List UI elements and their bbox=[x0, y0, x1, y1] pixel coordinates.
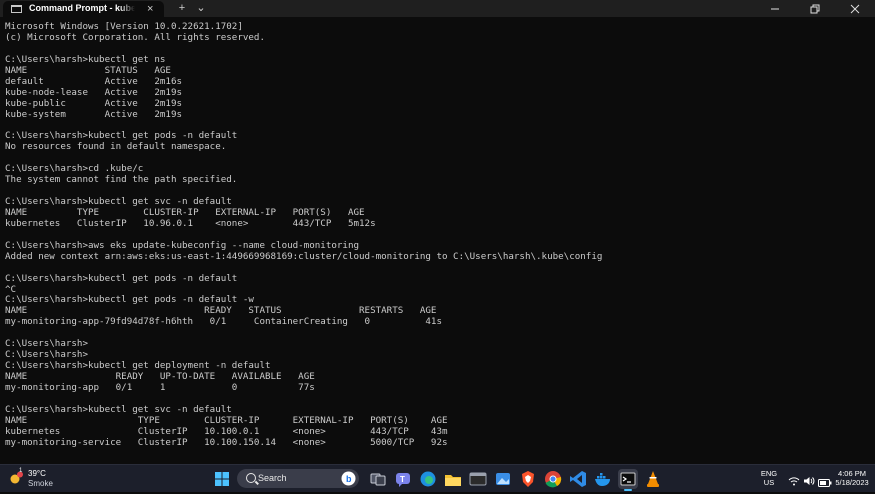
teams-chat-icon[interactable]: T bbox=[393, 469, 413, 489]
terminal-line: kubernetes ClusterIP 10.96.0.1 <none> 44… bbox=[5, 217, 376, 229]
svg-text:T: T bbox=[400, 475, 405, 484]
terminal-line: C:\Users\harsh> bbox=[5, 338, 88, 350]
title-bar: Command Prompt - kubectl get svc -n defa… bbox=[0, 0, 875, 17]
search-box[interactable]: Search b bbox=[237, 469, 359, 488]
volume-icon[interactable] bbox=[803, 473, 815, 485]
clock[interactable]: 4:06 PM 5/18/2023 bbox=[832, 469, 872, 487]
terminal-output[interactable]: Microsoft Windows [Version 10.0.22621.17… bbox=[0, 17, 875, 464]
chevron-down-icon[interactable]: ⌄ bbox=[194, 2, 208, 15]
language-top: ENG bbox=[760, 469, 778, 478]
task-view-icon[interactable] bbox=[368, 469, 388, 489]
terminal-line: C:\Users\harsh>kubectl get pods -n defau… bbox=[5, 272, 238, 284]
file-explorer-icon[interactable] bbox=[443, 469, 463, 489]
active-app-indicator bbox=[624, 489, 632, 491]
terminal-line: my-monitoring-service ClusterIP 10.100.1… bbox=[5, 436, 448, 448]
terminal-icon bbox=[11, 5, 22, 13]
terminal-line: kube-system Active 2m19s bbox=[5, 108, 183, 120]
tab-command-prompt[interactable]: Command Prompt - kubectl get svc -n defa… bbox=[3, 1, 164, 17]
weather-description: Smoke bbox=[28, 479, 53, 488]
brave-icon[interactable] bbox=[518, 469, 538, 489]
svg-text:b: b bbox=[346, 474, 352, 484]
search-label: Search bbox=[258, 473, 287, 483]
restore-button[interactable] bbox=[795, 0, 835, 17]
start-icon[interactable] bbox=[212, 469, 232, 489]
weather-badge: 1 bbox=[19, 468, 23, 474]
clock-date: 5/18/2023 bbox=[835, 478, 869, 487]
terminal-line: default Active 2m16s bbox=[5, 75, 183, 87]
terminal-line: No resources found in default namespace. bbox=[5, 141, 227, 153]
weather-widget[interactable]: 1 39°C Smoke bbox=[6, 468, 66, 490]
terminal-line: Added new context arn:aws:eks:us-east-1:… bbox=[5, 250, 603, 262]
minimize-button[interactable] bbox=[755, 0, 795, 17]
language-indicator[interactable]: ENG US bbox=[758, 469, 780, 487]
tab-title: Command Prompt - kubectl get svc -n defa… bbox=[29, 3, 135, 13]
terminal-line: my-monitoring-app 0/1 1 0 77s bbox=[5, 381, 315, 393]
terminal-app-icon[interactable] bbox=[468, 469, 488, 489]
wifi-icon[interactable] bbox=[788, 473, 800, 486]
edge-icon[interactable] bbox=[418, 469, 438, 489]
chrome-icon[interactable] bbox=[543, 469, 563, 489]
terminal-line: kube-node-lease Active 2m19s bbox=[5, 86, 183, 98]
new-tab-button[interactable]: + bbox=[175, 2, 189, 15]
command-prompt-icon[interactable] bbox=[618, 469, 638, 489]
vlc-icon[interactable] bbox=[643, 469, 663, 489]
terminal-line: kube-public Active 2m19s bbox=[5, 97, 183, 109]
photos-icon[interactable] bbox=[493, 469, 513, 489]
terminal-line: kubernetes ClusterIP 10.100.0.1 <none> 4… bbox=[5, 425, 448, 437]
taskbar: 1 39°C Smoke Search b T ENG US 4:06 PM 5… bbox=[0, 464, 875, 492]
terminal-line: The system cannot find the path specifie… bbox=[5, 174, 238, 186]
language-bottom: US bbox=[763, 478, 775, 487]
terminal-line: my-monitoring-app-79fd94d78f-h6hth 0/1 C… bbox=[5, 316, 442, 328]
search-icon bbox=[246, 473, 256, 483]
clock-time: 4:06 PM bbox=[838, 469, 866, 478]
vscode-icon[interactable] bbox=[568, 469, 588, 489]
battery-icon[interactable] bbox=[818, 474, 832, 487]
bing-icon: b bbox=[341, 471, 356, 486]
terminal-line: (c) Microsoft Corporation. All rights re… bbox=[5, 31, 265, 43]
weather-temperature: 39°C bbox=[28, 469, 46, 478]
tab-close-button[interactable]: × bbox=[147, 2, 153, 16]
docker-icon[interactable] bbox=[593, 469, 613, 489]
close-window-button[interactable] bbox=[835, 0, 875, 17]
terminal-text: Microsoft Windows [Version 10.0.22621.17… bbox=[0, 17, 875, 449]
